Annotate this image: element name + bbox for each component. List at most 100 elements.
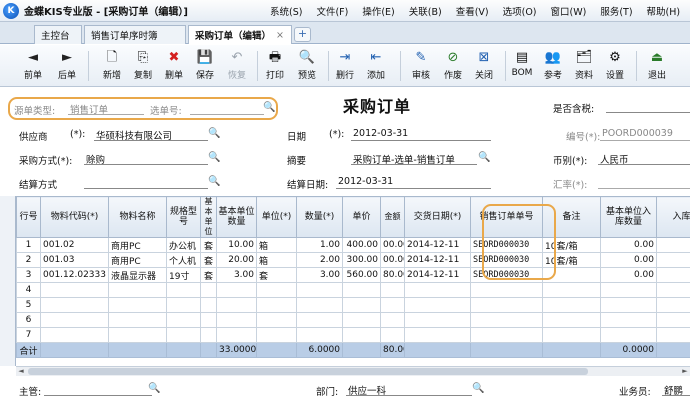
grid-cell[interactable] [404,297,471,313]
tab-close-icon[interactable]: × [276,30,284,41]
save-button[interactable]: 💾 保存 [188,48,222,84]
scroll-right-icon[interactable]: ► [680,367,690,376]
grid-cell[interactable]: 套 [200,237,217,253]
column-header[interactable]: 金额 [380,196,405,238]
grid-cell[interactable]: 6.0000 [296,342,343,358]
grid-cell[interactable]: 2 [16,252,41,268]
supplier-field[interactable]: 华硕科技有限公司 [94,128,208,141]
grid-cell[interactable] [656,252,690,268]
grid-cell[interactable]: 001.12.02333 [40,267,109,283]
grid-cell[interactable]: 3.00 [216,267,257,283]
grid-cell[interactable] [600,312,657,328]
table-row[interactable]: 1001.02商用PC办公机套10.00箱1.00400.0000.002014… [16,237,690,253]
grid-cell[interactable] [216,297,257,313]
grid-cell[interactable]: 33.0000 [216,342,257,358]
grid-cell[interactable] [342,282,381,298]
preview-button[interactable]: 🔍 预览 [290,48,324,84]
grid-cell[interactable] [380,312,405,328]
audit-button[interactable]: ✎ 审核 [404,48,438,84]
number-field[interactable]: POORD000039 [600,128,690,141]
prev-doc-button[interactable]: ◄ 前单 [16,48,50,84]
grid-cell[interactable] [108,297,167,313]
grid-cell[interactable] [656,327,690,343]
print-button[interactable]: 🖶 打印 [258,48,292,84]
grid-cell[interactable] [166,282,201,298]
grid-cell[interactable]: 1 [16,237,41,253]
lookup-icon[interactable]: 🔍 [472,383,484,394]
grid-cell[interactable] [600,297,657,313]
grid-cell[interactable] [40,297,109,313]
grid-cell[interactable] [296,297,343,313]
grid-cell[interactable] [166,342,201,358]
select-no-field[interactable] [190,102,264,115]
manager-field[interactable] [44,383,152,396]
grid-cell[interactable] [200,312,217,328]
grid-cell[interactable]: 5 [16,297,41,313]
copy-button[interactable]: ⎘ 复制 [126,48,160,84]
grid-cell[interactable] [200,342,217,358]
grid-cell[interactable] [40,342,109,358]
grid-cell[interactable]: 20.00 [216,252,257,268]
grid-cell[interactable] [216,312,257,328]
add-row-button[interactable]: ⇤ 添加 [359,48,393,84]
grid-cell[interactable]: 商用PC [108,237,167,253]
grid-cell[interactable]: 6 [16,312,41,328]
grid-cell[interactable]: 2014-12-11 [404,252,471,268]
reference-button[interactable]: 👥 参考 [536,48,570,84]
grid-cell[interactable] [256,282,297,298]
grid-cell[interactable]: 3.00 [296,267,343,283]
column-header[interactable]: 规格型号 [166,196,201,238]
grid-cell[interactable] [600,282,657,298]
grid-cell[interactable] [342,327,381,343]
table-row[interactable]: 4 [16,282,690,298]
grid-cell[interactable] [166,297,201,313]
settings-button[interactable]: ⚙ 设置 [598,48,632,84]
grid-cell[interactable] [256,312,297,328]
currency-field[interactable]: 人民币 [598,152,690,165]
source-type-field[interactable]: 销售订单 [68,102,144,115]
column-header[interactable]: 物料代码(*) [40,196,109,238]
grid-cell[interactable] [108,282,167,298]
grid-cell[interactable]: 1.00 [296,237,343,253]
column-header[interactable]: 单价 [342,196,381,238]
delete-doc-button[interactable]: ✖ 删单 [157,48,191,84]
grid-cell[interactable]: 个人机 [166,252,201,268]
restore-button[interactable]: ↶ 恢复 [220,48,254,84]
grid-cell[interactable]: 商用PC [108,252,167,268]
settle-method-field[interactable] [84,176,208,189]
column-header[interactable]: 交货日期(*) [404,196,471,238]
grid-cell[interactable] [256,297,297,313]
table-row[interactable]: 3 001.12.02333 液晶显示器 19寸套 3.00 套 3.00 560.00 80.… [16,267,690,283]
grid-cell[interactable] [108,327,167,343]
grid-cell[interactable]: 套 [200,252,217,268]
grid-cell[interactable]: 3 [16,267,41,283]
grid-cell[interactable]: 80.00 [380,267,405,283]
lookup-icon[interactable]: 🔍 [478,152,490,163]
summary-field[interactable]: 采购订单-选单-销售订单 [351,152,477,165]
grid-cell[interactable]: 0.00 [600,237,657,253]
exit-button[interactable]: ⏏ 退出 [640,48,674,84]
menu-window[interactable]: 窗口(W) [551,4,587,18]
grid-cell[interactable] [40,312,109,328]
menu-service[interactable]: 服务(T) [600,4,632,18]
grid-cell[interactable] [296,312,343,328]
grid-cell[interactable] [656,312,690,328]
tab-purchase-order-edit[interactable]: 采购订单（编辑） × [188,25,292,44]
lookup-icon[interactable]: 🔍 [208,152,220,163]
new-button[interactable]: 🗋 新增 [95,48,129,84]
grid-cell[interactable] [342,342,381,358]
grid-cell[interactable] [656,237,690,253]
grid-cell[interactable]: 560.00 [342,267,381,283]
tab-sales-order-journal[interactable]: 销售订单序时簿 [84,25,186,44]
menu-options[interactable]: 选项(O) [503,4,537,18]
settle-date-field[interactable]: 2012-03-31 [336,176,491,189]
grid-cell[interactable]: 2.00 [296,252,343,268]
column-header[interactable]: 入库 [656,196,690,238]
grid-cell[interactable] [40,327,109,343]
grid-cell[interactable]: 400.00 [342,237,381,253]
grid-cell[interactable] [656,342,690,358]
grid-cell[interactable]: 4 [16,282,41,298]
grid-cell[interactable] [380,327,405,343]
column-header[interactable]: 物料名称 [108,196,167,238]
table-row[interactable]: 6 [16,312,690,328]
